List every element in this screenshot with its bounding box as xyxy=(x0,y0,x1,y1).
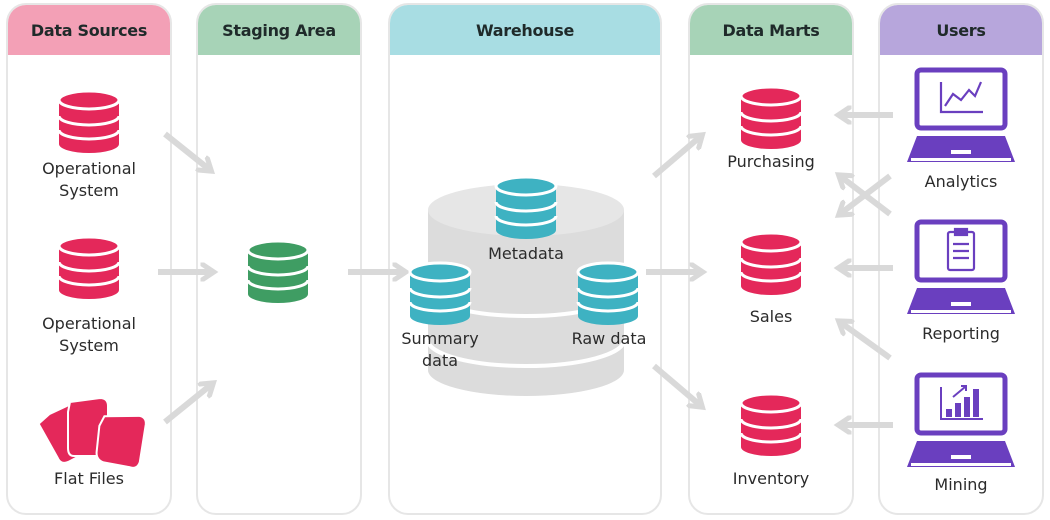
label-summary-data: Summary data xyxy=(401,329,479,370)
header-staging-area: Staging Area xyxy=(198,5,360,55)
label-mining: Mining xyxy=(934,475,988,494)
label-sales: Sales xyxy=(749,307,793,326)
header-users: Users xyxy=(880,5,1042,55)
column-data-sources: Data Sources xyxy=(6,3,172,515)
label-analytics: Analytics xyxy=(924,172,998,191)
label-inventory: Inventory xyxy=(732,469,810,488)
label-reporting: Reporting xyxy=(922,324,1000,343)
header-data-sources: Data Sources xyxy=(8,5,170,55)
header-warehouse: Warehouse xyxy=(390,5,660,55)
label-metadata: Metadata xyxy=(488,244,564,263)
column-data-marts: Data Marts xyxy=(688,3,854,515)
label-operational-system-1: Operational System xyxy=(42,159,136,200)
label-flat-files: Flat Files xyxy=(54,469,124,488)
label-operational-system-2: Operational System xyxy=(42,314,136,355)
column-staging-area: Staging Area xyxy=(196,3,362,515)
column-users: Users xyxy=(878,3,1044,515)
header-data-marts: Data Marts xyxy=(690,5,852,55)
label-purchasing: Purchasing xyxy=(727,152,815,171)
label-raw-data: Raw data xyxy=(571,329,647,348)
